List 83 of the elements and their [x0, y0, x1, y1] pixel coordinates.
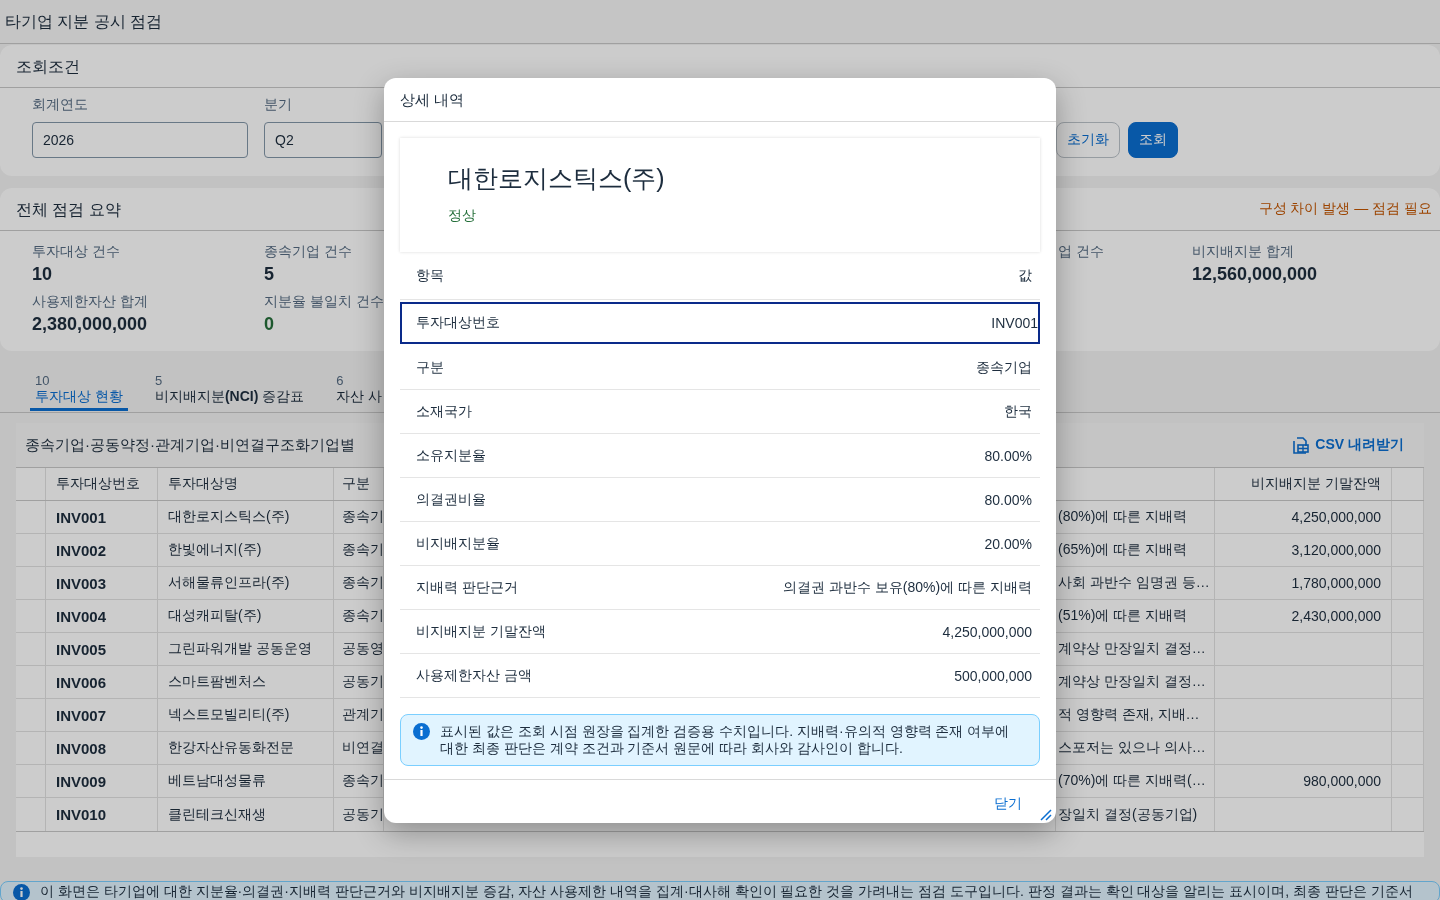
object-title: 대한로지스틱스(주): [448, 163, 665, 194]
table-cell: INV008: [46, 732, 158, 764]
table-cell: INV005: [46, 633, 158, 665]
info-icon: [13, 883, 30, 900]
metric-label: 비지배지분 합계: [1192, 243, 1294, 261]
table-cell: 스마트팜벤처스: [158, 666, 334, 698]
row-value: 80.00%: [984, 491, 1032, 508]
table-cell: 한강자산유동화전문: [158, 732, 334, 764]
table-cell: 베트남대성물류: [158, 765, 334, 797]
metric-value: 0: [264, 313, 274, 336]
row-value: INV001: [991, 315, 1038, 331]
metric-label: 사용제한자산 합계: [32, 293, 148, 311]
resize-handle-icon[interactable]: [1040, 809, 1052, 821]
close-button[interactable]: 닫기: [986, 788, 1030, 819]
column-header: 투자대상명: [158, 468, 334, 500]
tab[interactable]: 10 투자대상 현황: [30, 373, 128, 411]
metric-label: 종속기업 건수: [264, 243, 352, 261]
search-button[interactable]: 조회: [1128, 122, 1178, 158]
row-value: 80.00%: [984, 447, 1032, 464]
metric-label: 투자대상 건수: [32, 243, 120, 261]
table-cell: 넥스트모빌리티(주): [158, 699, 334, 731]
table-cell: INV006: [46, 666, 158, 698]
table-cell: INV004: [46, 600, 158, 632]
column-header: 값: [1018, 266, 1032, 285]
table-cell: 4,250,000,000: [1215, 501, 1392, 533]
table-cell: 980,000,000: [1215, 765, 1392, 797]
row-label: 구분: [416, 358, 444, 377]
info-icon: [413, 723, 430, 740]
field-label: 분기: [264, 96, 292, 114]
tab[interactable]: 6 자산 사: [331, 373, 388, 411]
table-cell: INV010: [46, 798, 158, 831]
tab[interactable]: 5 비지배지분(NCI) 증감표: [149, 373, 310, 411]
list-row[interactable]: 투자대상번호 INV001: [400, 302, 1040, 344]
row-label: 사용제한자산 금액: [416, 666, 532, 685]
table-cell: 대성캐피탈(주): [158, 600, 334, 632]
field-label: 회계연도: [32, 96, 88, 114]
reset-button[interactable]: 초기화: [1056, 122, 1120, 158]
info-text: 이 화면은 타기업에 대한 지분율·의결권·지배력 판단근거와 비지배지분 증감, 자산 사용제한 내역을 집계·대사해 확인이 필요한 것을 가려내는 점검 도구입니다. 판정 결과는 확인 대상을 알리는 표시이며, 최종 판단은 기준서: [40, 883, 1413, 900]
row-label: 투자대상번호: [416, 314, 500, 332]
row-label: 비지배지분 기말잔액: [416, 622, 546, 641]
metric-label: 업 건수: [1058, 243, 1104, 261]
table-cell: INV002: [46, 534, 158, 566]
status-text: 구성 차이 발생 — 점검 필요: [1258, 200, 1432, 218]
metric-value: 12,560,000,000: [1192, 263, 1318, 286]
csv-download-link[interactable]: CSV 내려받기: [1289, 434, 1408, 456]
metric-value: 5: [264, 263, 274, 286]
row-value: 의결권 과반수 보유(80%)에 따른 지배력: [783, 578, 1032, 597]
table-cell: 서해물류인프라(주): [158, 567, 334, 599]
column-header: 항목: [416, 266, 444, 285]
row-label: 의결권비율: [416, 490, 486, 509]
column-header: 투자대상번호: [46, 468, 158, 500]
table-cell: INV007: [46, 699, 158, 731]
section-title: 전체 점검 요약: [16, 200, 121, 218]
table-cell: INV001: [46, 501, 158, 533]
metric-value: 10: [32, 263, 53, 286]
input-field[interactable]: Q2: [264, 122, 382, 158]
table-cell: INV003: [46, 567, 158, 599]
table-cell: 2,430,000,000: [1215, 600, 1392, 632]
metric-label: 지분율 불일치 건수: [264, 293, 384, 311]
table-cell: 클린테크신재생: [158, 798, 334, 831]
table-download-icon: [1293, 436, 1310, 454]
table-cell: 한빛에너지(주): [158, 534, 334, 566]
status-text: 정상: [448, 207, 476, 225]
section-title: 종속기업·공동약정·관계기업·비연결구조화기업별: [25, 435, 355, 455]
row-label: 소유지분율: [416, 446, 486, 465]
row-label: 비지배지분율: [416, 534, 500, 553]
row-value: 한국: [1004, 402, 1032, 421]
row-value: 500,000,000: [954, 667, 1032, 684]
table-cell: 1,780,000,000: [1215, 567, 1392, 599]
info-text: 표시된 값은 조회 시점 원장을 집계한 검증용 수치입니다. 지배력·유의적 영향력 존재 여부에 대한 최종 판단은 계약 조건과 기준서 원문에 따라 회사와 감사인이 합니다.: [440, 723, 1011, 757]
row-value: 20.00%: [984, 535, 1032, 552]
table-cell: 대한로지스틱스(주): [158, 501, 334, 533]
dialog-title: 상세 내역: [384, 78, 1056, 122]
column-header: 비지배지분 기말잔액: [1215, 468, 1392, 500]
row-label: 소재국가: [416, 402, 472, 421]
metric-value: 2,380,000,000: [32, 313, 148, 336]
row-value: 4,250,000,000: [942, 623, 1032, 640]
table-cell: INV009: [46, 765, 158, 797]
table-cell: 그린파워개발 공동운영: [158, 633, 334, 665]
input-field[interactable]: 2026: [32, 122, 248, 158]
table-cell: 3,120,000,000: [1215, 534, 1392, 566]
row-value: 종속기업: [976, 358, 1032, 377]
row-label: 지배력 판단근거: [416, 578, 518, 597]
